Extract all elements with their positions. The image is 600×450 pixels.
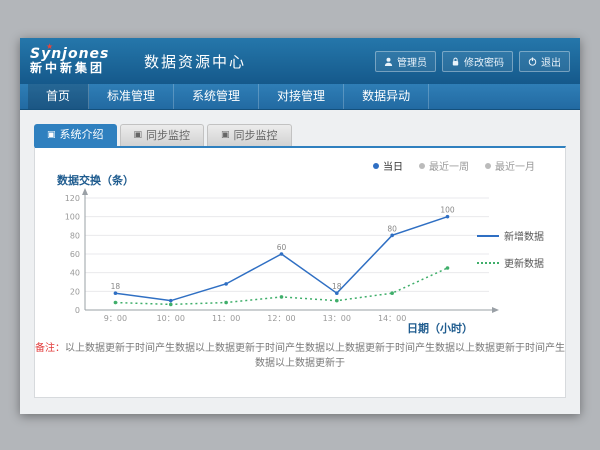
dotted-line-icon [477, 262, 499, 264]
svg-text:18: 18 [111, 282, 121, 291]
svg-text:12：00: 12：00 [267, 314, 295, 323]
change-password-label: 修改密码 [464, 54, 504, 69]
svg-text:0: 0 [75, 306, 80, 315]
tab-sync-monitor-2[interactable]: ▣ 同步监控 [207, 124, 292, 146]
time-range-filters: 当日 最近一周 最近一月 [373, 158, 535, 173]
footnote-label: 备注： [35, 343, 65, 354]
svg-text:60: 60 [277, 243, 287, 252]
logout-label: 退出 [541, 54, 561, 69]
svg-text:40: 40 [70, 269, 80, 278]
admin-user-button[interactable]: 管理员 [375, 51, 436, 72]
filter-last-month-label: 最近一月 [495, 158, 535, 173]
legend-item-updated-data[interactable]: 更新数据 [477, 255, 555, 270]
radio-dot-icon [373, 163, 379, 169]
legend-item-new-data[interactable]: 新增数据 [477, 228, 555, 243]
logout-icon [528, 57, 537, 66]
header-actions: 管理员 修改密码 退出 [375, 51, 570, 72]
nav-item-standard-mgmt[interactable]: 标准管理 [89, 84, 174, 109]
footnote-text: 以上数据更新于时间产生数据以上数据更新于时间产生数据以上数据更新于时间产生数据以… [65, 343, 565, 369]
app-window: Synjones ★ 新中新集团 数据资源中心 管理员 修改密码 退出 首页 标… [20, 38, 580, 414]
svg-text:13：00: 13：00 [323, 314, 351, 323]
svg-text:60: 60 [70, 250, 80, 259]
y-axis-title: 数据交换（条） [57, 172, 134, 188]
x-axis-title: 日期（小时） [407, 320, 473, 336]
svg-text:10：00: 10：00 [157, 314, 185, 323]
main-nav: 首页 标准管理 系统管理 对接管理 数据异动 [20, 84, 580, 110]
radio-dot-icon [485, 163, 491, 169]
svg-text:11：00: 11：00 [212, 314, 240, 323]
filter-today-label: 当日 [383, 158, 403, 173]
nav-item-data-change[interactable]: 数据异动 [344, 84, 429, 109]
radio-dot-icon [419, 163, 425, 169]
tab-system-intro-label: 系统介绍 [60, 124, 104, 146]
admin-user-label: 管理员 [397, 54, 427, 69]
content-area: ▣ 系统介绍 ▣ 同步监控 ▣ 同步监控 当日 最近一周 [20, 110, 580, 414]
tab-sync-monitor-2-label: 同步监控 [234, 125, 278, 146]
app-header: Synjones ★ 新中新集团 数据资源中心 管理员 修改密码 退出 [20, 38, 580, 84]
tab-sync-monitor-1[interactable]: ▣ 同步监控 [120, 124, 205, 146]
line-chart: 0 20 40 60 80 100 120 9：00 10：00 11：00 12：00 13：00 1… [55, 188, 505, 328]
tab-bar: ▣ 系统介绍 ▣ 同步监控 ▣ 同步监控 [34, 124, 566, 146]
svg-text:80: 80 [70, 231, 80, 240]
svg-text:120: 120 [65, 194, 80, 203]
filter-today[interactable]: 当日 [373, 158, 403, 173]
legend-new-data-label: 新增数据 [504, 228, 544, 243]
svg-text:20: 20 [70, 287, 80, 296]
window-icon: ▣ [47, 124, 56, 146]
page-title: 数据资源中心 [144, 51, 246, 72]
solid-line-icon [477, 235, 499, 237]
svg-text:14：00: 14：00 [378, 314, 406, 323]
user-icon [384, 57, 393, 66]
tab-sync-monitor-1-label: 同步监控 [146, 125, 190, 146]
nav-item-integration-mgmt[interactable]: 对接管理 [259, 84, 344, 109]
legend-updated-data-label: 更新数据 [504, 255, 544, 270]
chart-panel: 当日 最近一周 最近一月 数据交换（条） 0 20 40 60 80 100 120 9：00… [34, 146, 566, 398]
filter-last-month[interactable]: 最近一月 [485, 158, 535, 173]
tab-system-intro[interactable]: ▣ 系统介绍 [34, 124, 117, 146]
brand-logo: Synjones ★ 新中新集团 [30, 47, 126, 76]
svg-text:100: 100 [440, 206, 455, 215]
logout-button[interactable]: 退出 [519, 51, 570, 72]
brand-logo-text: Synjones [30, 47, 126, 62]
star-icon: ★ [46, 43, 53, 52]
change-password-button[interactable]: 修改密码 [442, 51, 513, 72]
filter-last-week-label: 最近一周 [429, 158, 469, 173]
window-icon: ▣ [221, 125, 230, 146]
svg-text:100: 100 [65, 213, 80, 222]
nav-item-home[interactable]: 首页 [28, 84, 89, 109]
chart-legend: 新增数据 更新数据 [477, 228, 555, 282]
window-icon: ▣ [134, 125, 143, 146]
nav-item-system-mgmt[interactable]: 系统管理 [174, 84, 259, 109]
filter-last-week[interactable]: 最近一周 [419, 158, 469, 173]
brand-company-name: 新中新集团 [30, 62, 126, 75]
svg-text:80: 80 [387, 224, 397, 233]
svg-text:18: 18 [332, 282, 342, 291]
footnote: 备注：以上数据更新于时间产生数据以上数据更新于时间产生数据以上数据更新于时间产生… [35, 339, 565, 369]
svg-text:9：00: 9：00 [104, 314, 127, 323]
lock-icon [451, 57, 460, 66]
